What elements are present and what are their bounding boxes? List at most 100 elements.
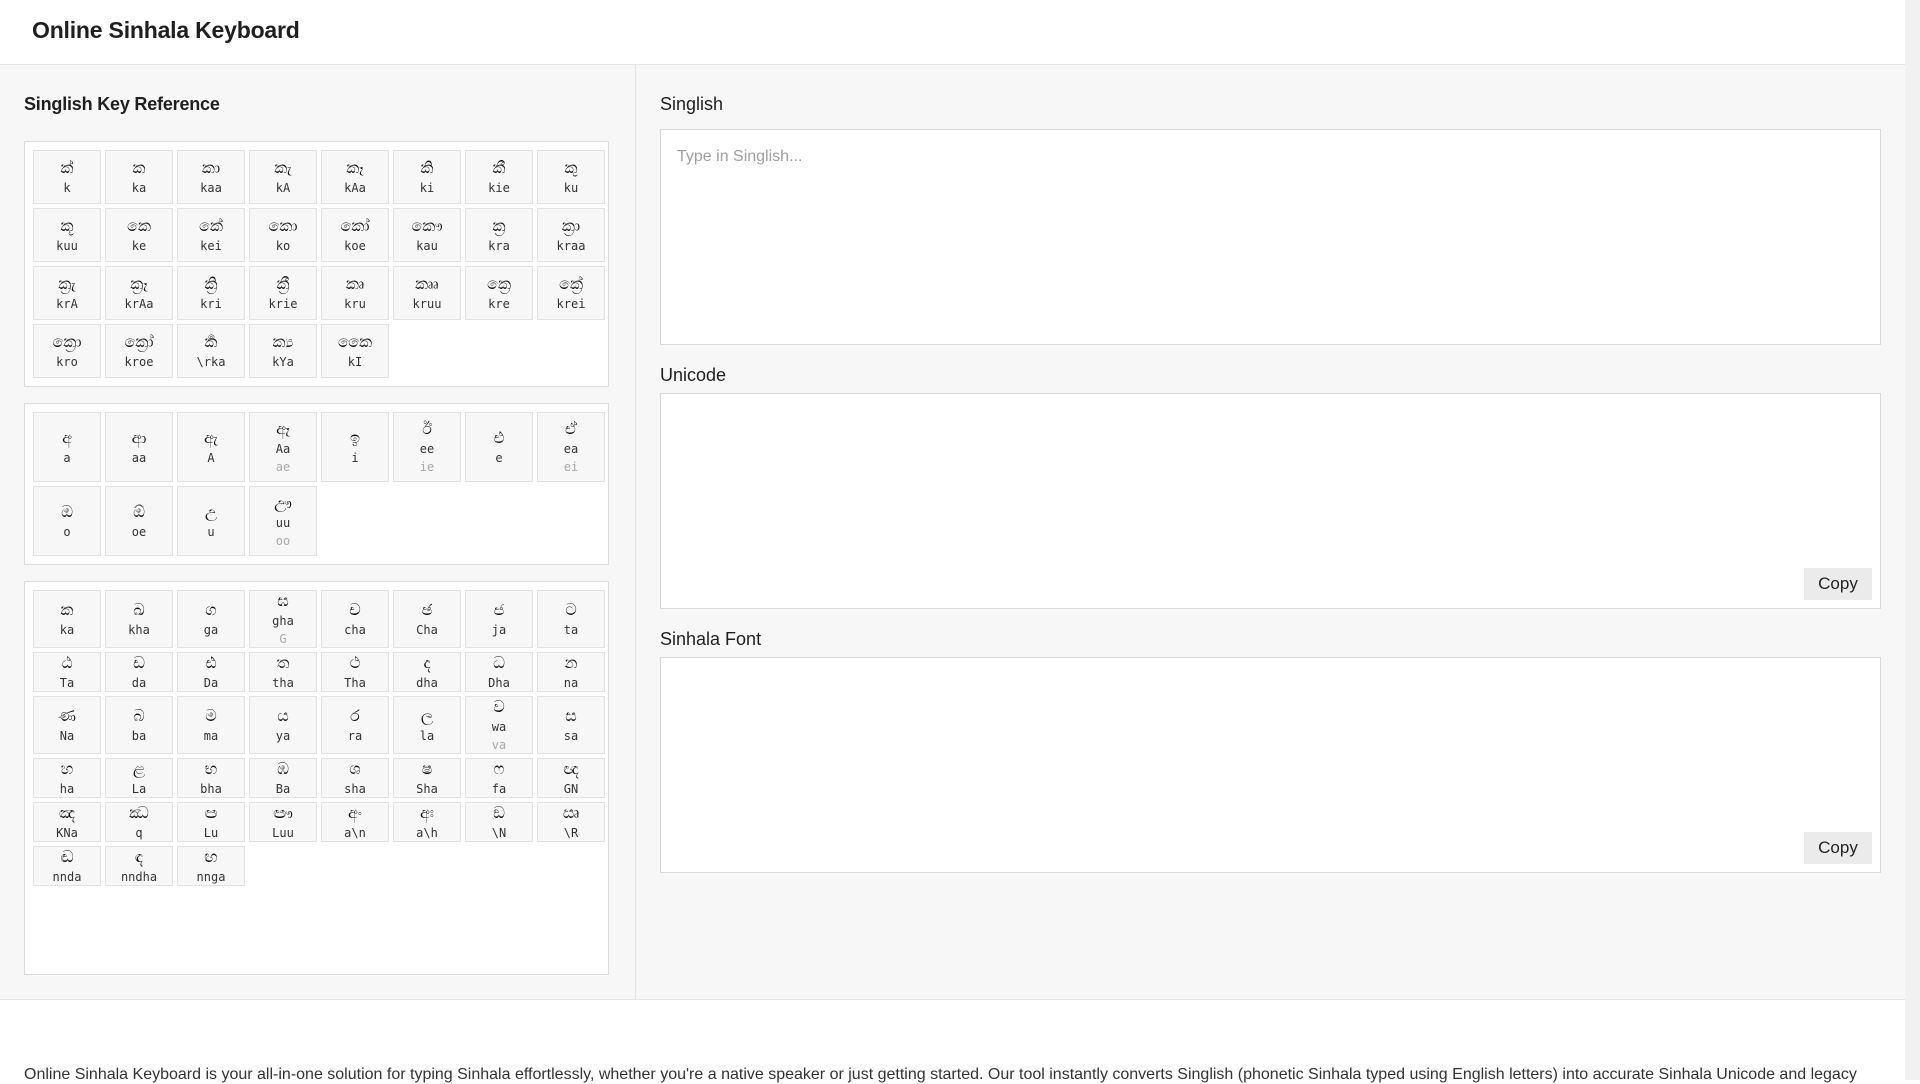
key-button[interactable]: ක්‍ය kYa [249,324,317,378]
key-button[interactable]: උu [177,486,245,556]
key-sinhala-char: ඹ [277,759,289,778]
key-button[interactable]: ක ka [105,150,173,204]
key-button[interactable]: ඤ KNa [33,802,101,842]
key-button[interactable]: ක්‍රා kraa [537,208,605,262]
key-sinhala-char: ක් [60,158,74,177]
key-sinhala-char: භ [204,759,218,778]
key-button[interactable]: න na [537,652,605,692]
key-button[interactable]: ඨ Ta [33,652,101,692]
key-button[interactable]: ක්‍රෑ krAa [105,266,173,320]
copy-unicode-button[interactable]: Copy [1804,568,1872,600]
key-button[interactable]: එe [465,412,533,482]
key-button[interactable]: ෆ fa [465,758,533,798]
sinhala-font-output[interactable] [661,658,1880,872]
key-button[interactable]: ඌ uu oo [249,486,317,556]
key-button[interactable]: ඹ Ba [249,758,317,798]
key-button[interactable]: ඳ nndha [105,846,173,886]
key-button[interactable]: ශ sha [321,758,389,798]
key-button[interactable]: බ ba [105,696,173,754]
key-button[interactable]: ඣq [105,802,173,842]
key-button[interactable]: අa [33,412,101,482]
key-button[interactable]: ය ya [249,696,317,754]
key-button[interactable]: ක්‍රී krie [249,266,317,320]
key-button[interactable]: ඬ nnda [33,846,101,886]
key-button[interactable]: ක්‍රැ krA [33,266,101,320]
key-button[interactable]: ල la [393,696,461,754]
singlish-input[interactable] [661,130,1880,344]
key-button[interactable]: ඝ gha G [249,590,317,648]
key-button[interactable]: කූ kuu [33,208,101,262]
key-button[interactable]: ක්‍ර kra [465,208,533,262]
key-button[interactable]: ඔo [33,486,101,556]
key-button[interactable]: ඐ Luu [249,802,317,842]
key-button[interactable]: ඛ kha [105,590,173,648]
key-button[interactable]: ඍ \R [537,802,605,842]
key-button[interactable]: කේ kei [177,208,245,262]
key-button[interactable]: ඕ oe [105,486,173,556]
key-button[interactable]: ආ aa [105,412,173,482]
key-button[interactable]: ඪ Da [177,652,245,692]
key-button[interactable]: කී kie [465,150,533,204]
key-button[interactable]: ම ma [177,696,245,754]
key-button[interactable]: කා kaa [177,150,245,204]
key-button[interactable]: කෝ koe [321,208,389,262]
key-button[interactable]: කැ kA [249,150,317,204]
key-button[interactable]: අඃ a\h [393,802,461,842]
key-button[interactable]: කෛ kI [321,324,389,378]
key-button[interactable]: භ bha [177,758,245,798]
key-button[interactable]: ෂ Sha [393,758,461,798]
key-button[interactable]: ක්‍රො kro [33,324,101,378]
key-button[interactable]: කෘ kru [321,266,389,320]
key-button[interactable]: ර්‍ක \rka [177,324,245,378]
key-button[interactable]: ග ga [177,590,245,648]
key-button[interactable]: ක්‍රේ krei [537,266,605,320]
key-button[interactable]: ර ra [321,696,389,754]
key-button[interactable]: කි ki [393,150,461,204]
key-button[interactable]: ජ ja [465,590,533,648]
key-button[interactable]: ඉi [321,412,389,482]
key-latin-label: la [419,729,435,743]
unicode-output[interactable] [661,394,1880,608]
key-latin-label: Tha [344,676,366,690]
key-button[interactable]: ඟ nnga [177,846,245,886]
key-button[interactable]: ධ Dha [465,652,533,692]
key-button[interactable]: කෲ kruu [393,266,461,320]
key-button[interactable]: ඥ GN [537,758,605,798]
key-latin-label: ta [563,623,579,637]
key-button[interactable]: ක්‍රෝ kroe [105,324,173,378]
key-button[interactable]: කු ku [537,150,605,204]
key-button[interactable]: අං a\n [321,802,389,842]
key-latin-label: krAa [124,297,154,311]
key-button[interactable]: ත tha [249,652,317,692]
key-button[interactable]: ඊ ee ie [393,412,461,482]
key-button[interactable]: ඞ \N [465,802,533,842]
key-button[interactable]: ඒ ea ei [537,412,605,482]
key-button[interactable]: ක් k [33,150,101,204]
key-button[interactable]: ච cha [321,590,389,648]
key-button[interactable]: ඏ Lu [177,802,245,842]
key-alt-label: oo [275,534,291,548]
key-button[interactable]: ක ka [33,590,101,648]
key-sinhala-char: ක්‍රී [276,274,290,293]
key-button[interactable]: ව wa va [465,696,533,754]
key-button[interactable]: ණ Na [33,696,101,754]
key-button[interactable]: ඩ da [105,652,173,692]
key-button[interactable]: ස sa [537,696,605,754]
key-button[interactable]: ඡ Cha [393,590,461,648]
key-button[interactable]: ක්‍රි kri [177,266,245,320]
copy-sinhala-font-button[interactable]: Copy [1804,832,1872,864]
key-button[interactable]: ට ta [537,590,605,648]
key-button[interactable]: ක්‍රෙ kre [465,266,533,320]
key-button[interactable]: ඈ Aa ae [249,412,317,482]
key-button[interactable]: කො ko [249,208,317,262]
key-button[interactable]: කෑ kAa [321,150,389,204]
key-button[interactable]: ඇA [177,412,245,482]
key-button[interactable]: ථ Tha [321,652,389,692]
key-button[interactable]: කෙ ke [105,208,173,262]
key-button[interactable]: ළ La [105,758,173,798]
key-button[interactable]: කෞ kau [393,208,461,262]
page-scrollbar[interactable] [1905,0,1920,1080]
key-latin-label: Cha [416,623,438,637]
key-button[interactable]: හ ha [33,758,101,798]
key-button[interactable]: ද dha [393,652,461,692]
